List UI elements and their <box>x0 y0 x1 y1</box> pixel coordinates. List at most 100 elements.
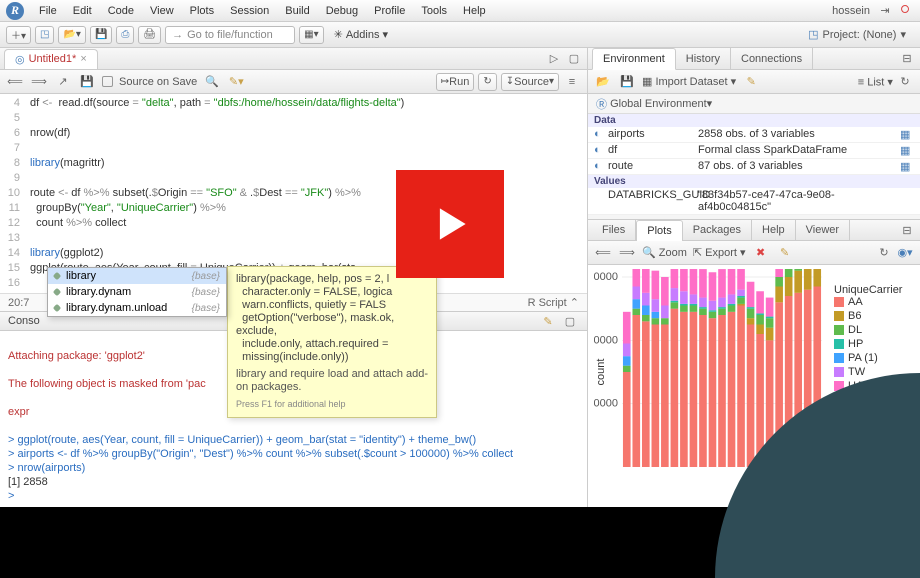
file-type-label[interactable]: R Script <box>528 297 567 309</box>
menu-debug[interactable]: Debug <box>319 3 365 19</box>
signout-icon[interactable]: ⇥ <box>876 3 894 19</box>
load-icon[interactable]: 📂 <box>594 74 612 90</box>
new-project-button[interactable]: ◳ <box>35 26 54 44</box>
env-tabbar: Environment History Connections ⊟ <box>588 48 920 70</box>
svg-text:DL: DL <box>848 324 862 336</box>
run-button[interactable]: ↦ Run <box>436 73 475 91</box>
collapse-plot-icon[interactable]: ⊟ <box>898 222 916 238</box>
svg-text:UniqueCarrier: UniqueCarrier <box>834 284 903 296</box>
clear-plots-icon[interactable]: ✎ <box>776 245 794 261</box>
wand2-icon[interactable]: ✎▾ <box>227 74 245 90</box>
print-button[interactable]: 🖨 <box>138 26 161 44</box>
env-row[interactable]: ◐route87 obs. of 3 variables▦ <box>588 159 920 175</box>
new-file-button[interactable]: ＋▾ <box>6 26 31 44</box>
tools-grid-button[interactable]: ▦▾ <box>299 26 323 44</box>
close-icon[interactable]: × <box>80 53 86 65</box>
project-menu[interactable]: ◳Project: (None) ▾ <box>800 28 914 41</box>
plot-tabbar: Files Plots Packages Help Viewer ⊟ <box>588 219 920 241</box>
source-on-save-checkbox[interactable] <box>102 76 113 87</box>
import-dataset-button[interactable]: ▦ Import Dataset ▾ <box>642 75 736 88</box>
zoom-button[interactable]: 🔍 Zoom <box>642 246 687 259</box>
wand-icon[interactable]: 🔍 <box>203 74 221 90</box>
menubar: R File Edit Code View Plots Session Buil… <box>0 0 920 22</box>
svg-text:count: count <box>595 359 607 386</box>
export-button[interactable]: ⇱ Export ▾ <box>693 246 746 259</box>
svg-text:PA (1): PA (1) <box>848 352 878 364</box>
plot-toolbar: ⟸ ⟹ 🔍 Zoom ⇱ Export ▾ ✖ ✎ ↻ ◉▾ <box>588 241 920 265</box>
svg-text:20000: 20000 <box>594 398 618 410</box>
arrow-right-icon: → <box>172 29 183 41</box>
r-logo-icon: R <box>6 2 24 20</box>
disk-icon[interactable]: 💾 <box>78 74 96 90</box>
forward-icon[interactable]: ▷ <box>545 51 563 67</box>
source-tab[interactable]: ◎ Untitled1* × <box>4 49 98 69</box>
plot-prev-icon[interactable]: ⟸ <box>594 245 612 261</box>
menu-plots[interactable]: Plots <box>183 3 221 19</box>
tab-environment[interactable]: Environment <box>592 48 676 70</box>
remove-plot-icon[interactable]: ✖ <box>752 245 770 261</box>
source-button[interactable]: ↧ Source ▾ <box>501 73 559 91</box>
power-icon[interactable]: ⭘ <box>896 3 914 19</box>
tab-help[interactable]: Help <box>752 219 796 241</box>
save-all-button[interactable]: ⎙ <box>116 26 134 44</box>
refresh-icon[interactable]: ↻ <box>896 74 914 90</box>
fwd-icon[interactable]: ⟹ <box>30 74 48 90</box>
back-icon[interactable]: ⟸ <box>6 74 24 90</box>
clear-env-icon[interactable]: ✎ <box>742 74 760 90</box>
source-toolbar: ⟸ ⟹ ↗ 💾 Source on Save 🔍 ✎▾ ↦ Run ↻ ↧ So… <box>0 70 587 94</box>
goto-file-input[interactable]: →Go to file/function <box>165 26 295 44</box>
video-play-overlay[interactable] <box>396 170 504 278</box>
outline-icon[interactable]: ≡ <box>563 74 581 90</box>
menu-view[interactable]: View <box>143 3 181 19</box>
menu-tools[interactable]: Tools <box>414 3 454 19</box>
completion-item[interactable]: library.dynam.unload{base} <box>48 300 226 316</box>
project-icon: ◳ <box>808 28 818 41</box>
env-row[interactable]: DATABRICKS_GUID"83f34b57-ce47-47ca-9e08-… <box>588 188 920 215</box>
svg-text:40000: 40000 <box>594 334 618 346</box>
tab-viewer[interactable]: Viewer <box>796 219 850 241</box>
completion-item[interactable]: library.dynam{base} <box>48 284 226 300</box>
autocomplete-popup[interactable]: library{base}library.dynam{base}library.… <box>47 267 227 317</box>
show-in-new-icon[interactable]: ↗ <box>54 74 72 90</box>
refresh-plot-icon[interactable]: ↻ <box>875 245 893 261</box>
tab-files[interactable]: Files <box>592 219 636 241</box>
menu-code[interactable]: Code <box>101 3 141 19</box>
tab-plots[interactable]: Plots <box>636 220 682 242</box>
tab-packages[interactable]: Packages <box>683 219 752 241</box>
menu-build[interactable]: Build <box>278 3 316 19</box>
open-file-button[interactable]: 📂▾ <box>58 26 85 44</box>
env-row[interactable]: ◐airports2858 obs. of 3 variables▦ <box>588 127 920 143</box>
cursor-position: 20:7 <box>8 297 29 309</box>
script-icon: ◎ <box>15 53 25 66</box>
menu-help[interactable]: Help <box>456 3 493 19</box>
console-pane-icon[interactable]: ▢ <box>561 313 579 329</box>
save-ws-icon[interactable]: 💾 <box>618 74 636 90</box>
svg-text:60000: 60000 <box>594 271 618 283</box>
clear-console-icon[interactable]: ✎ <box>539 313 557 329</box>
env-scope-selector[interactable]: Ⓡ Global Environment ▾ <box>588 94 920 114</box>
collapse-icon[interactable]: ⊟ <box>898 51 916 67</box>
svg-text:B6: B6 <box>848 310 861 322</box>
save-button[interactable]: 💾 <box>90 26 112 44</box>
env-row[interactable]: ◐dfFormal class SparkDataFrame▦ <box>588 143 920 159</box>
source-tab-label: Untitled1* <box>29 53 77 65</box>
svg-text:TW: TW <box>848 366 866 378</box>
publish-icon[interactable]: ◉▾ <box>896 245 914 261</box>
main-toolbar: ＋▾ ◳ 📂▾ 💾 ⎙ 🖨 →Go to file/function ▦▾ ✳A… <box>0 22 920 48</box>
menu-profile[interactable]: Profile <box>367 3 412 19</box>
addins-menu[interactable]: ✳Addins ▾ <box>328 28 394 41</box>
list-view-button[interactable]: ≡ List ▾ <box>858 76 893 88</box>
tab-history[interactable]: History <box>676 48 731 70</box>
tab-connections[interactable]: Connections <box>731 48 813 70</box>
gear-icon: ✳ <box>334 28 343 41</box>
signature-tooltip: library(package, help, pos = 2, l charac… <box>227 266 437 418</box>
pane-icon[interactable]: ▢ <box>565 51 583 67</box>
menu-edit[interactable]: Edit <box>66 3 99 19</box>
completion-item[interactable]: library{base} <box>48 268 226 284</box>
plot-next-icon[interactable]: ⟹ <box>618 245 636 261</box>
svg-text:HP: HP <box>848 338 863 350</box>
menu-file[interactable]: File <box>32 3 64 19</box>
rerun-button[interactable]: ↻ <box>478 73 496 91</box>
console-tab[interactable]: Conso <box>8 315 40 327</box>
menu-session[interactable]: Session <box>223 3 276 19</box>
